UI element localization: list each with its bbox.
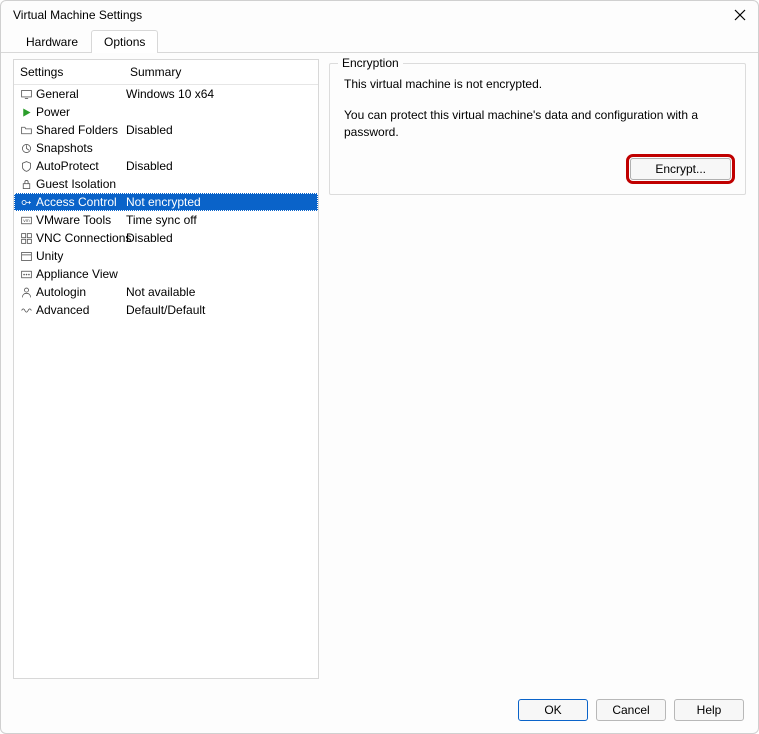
row-summary: Windows 10 x64: [126, 86, 314, 102]
row-summary: Disabled: [126, 122, 314, 138]
snapshot-icon: [18, 141, 34, 155]
play-icon: [18, 105, 34, 119]
window-icon: [18, 249, 34, 263]
settings-row-power[interactable]: Power: [14, 103, 318, 121]
col-summary[interactable]: Summary: [124, 60, 318, 84]
appliance-icon: [18, 267, 34, 281]
row-label: AutoProtect: [36, 158, 126, 174]
wave-icon: [18, 303, 34, 317]
lock-icon: [18, 177, 34, 191]
encrypt-button[interactable]: Encrypt...: [630, 158, 731, 180]
settings-row-autologin[interactable]: Autologin Not available: [14, 283, 318, 301]
window-title: Virtual Machine Settings: [13, 8, 142, 22]
row-label: VNC Connections: [36, 230, 126, 246]
help-button[interactable]: Help: [674, 699, 744, 721]
row-label: Unity: [36, 248, 126, 264]
settings-row-vnc-connections[interactable]: VNC Connections Disabled: [14, 229, 318, 247]
row-summary: Time sync off: [126, 212, 314, 228]
settings-list: Settings Summary General Windows 10 x64 …: [13, 59, 319, 679]
dialog-footer: OK Cancel Help: [1, 689, 758, 733]
tab-options[interactable]: Options: [91, 30, 158, 53]
shield-icon: [18, 159, 34, 173]
encryption-group: Encryption This virtual machine is not e…: [329, 63, 746, 195]
row-label: VMware Tools: [36, 212, 126, 228]
list-header: Settings Summary: [14, 60, 318, 85]
close-button[interactable]: [732, 7, 748, 23]
row-summary: Disabled: [126, 230, 314, 246]
row-label: Autologin: [36, 284, 126, 300]
key-icon: [18, 195, 34, 209]
row-label: Advanced: [36, 302, 126, 318]
row-label: Access Control: [36, 194, 126, 210]
cancel-button[interactable]: Cancel: [596, 699, 666, 721]
list-body: General Windows 10 x64 Power Shared Fold…: [14, 85, 318, 678]
row-summary: Not encrypted: [126, 194, 314, 210]
row-label: Shared Folders: [36, 122, 126, 138]
row-label: Appliance View: [36, 266, 126, 282]
encryption-text-1: This virtual machine is not encrypted.: [344, 76, 731, 93]
settings-row-autoprotect[interactable]: AutoProtect Disabled: [14, 157, 318, 175]
ok-button[interactable]: OK: [518, 699, 588, 721]
settings-row-guest-isolation[interactable]: Guest Isolation: [14, 175, 318, 193]
row-summary: Default/Default: [126, 302, 314, 318]
folder-icon: [18, 123, 34, 137]
settings-row-appliance-view[interactable]: Appliance View: [14, 265, 318, 283]
user-icon: [18, 285, 34, 299]
settings-row-unity[interactable]: Unity: [14, 247, 318, 265]
encryption-text-2: You can protect this virtual machine's d…: [344, 107, 731, 141]
monitor-icon: [18, 87, 34, 101]
settings-row-general[interactable]: General Windows 10 x64: [14, 85, 318, 103]
vm-settings-dialog: Virtual Machine Settings Hardware Option…: [0, 0, 759, 734]
content-area: Settings Summary General Windows 10 x64 …: [1, 52, 758, 689]
row-label: Snapshots: [36, 140, 126, 156]
grid-icon: [18, 231, 34, 245]
row-summary: Disabled: [126, 158, 314, 174]
detail-panel: Encryption This virtual machine is not e…: [329, 59, 746, 679]
tab-hardware[interactable]: Hardware: [13, 30, 91, 53]
encryption-legend: Encryption: [338, 56, 403, 70]
settings-row-vmware-tools[interactable]: vm VMware Tools Time sync off: [14, 211, 318, 229]
settings-row-advanced[interactable]: Advanced Default/Default: [14, 301, 318, 319]
row-summary: Not available: [126, 284, 314, 300]
close-icon: [734, 9, 746, 21]
row-label: Power: [36, 104, 126, 120]
settings-row-shared-folders[interactable]: Shared Folders Disabled: [14, 121, 318, 139]
titlebar: Virtual Machine Settings: [1, 1, 758, 27]
vm-icon: vm: [18, 213, 34, 227]
settings-row-snapshots[interactable]: Snapshots: [14, 139, 318, 157]
svg-text:vm: vm: [23, 219, 29, 224]
settings-row-access-control[interactable]: Access Control Not encrypted: [14, 193, 318, 211]
row-label: Guest Isolation: [36, 176, 126, 192]
col-settings[interactable]: Settings: [14, 60, 124, 84]
tabs: Hardware Options: [1, 29, 758, 52]
row-label: General: [36, 86, 126, 102]
